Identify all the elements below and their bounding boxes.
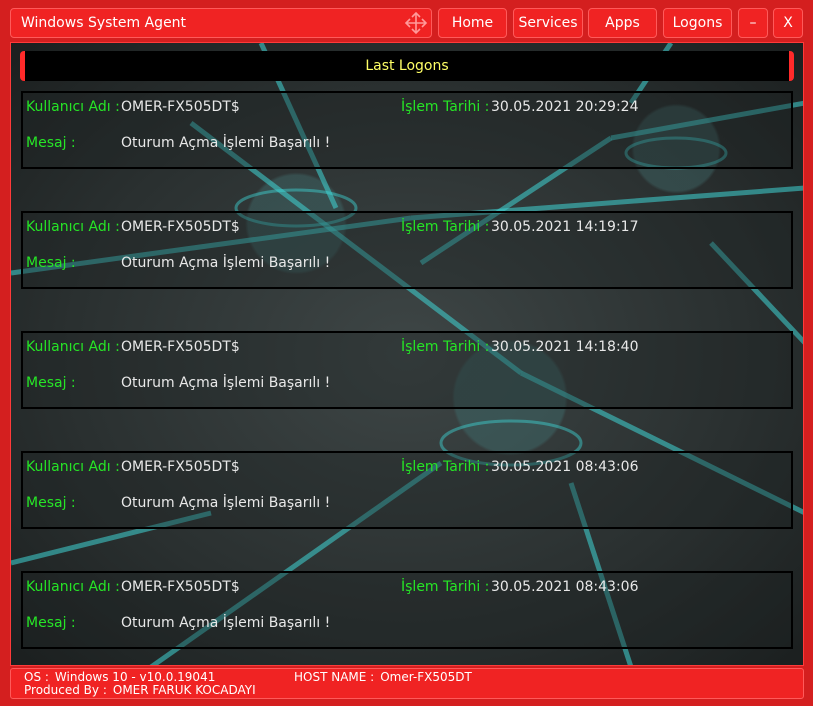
message-label: Mesaj : (26, 375, 76, 391)
section-title: Last Logons (20, 51, 794, 81)
message-value: Oturum Açma İşlemi Başarılı ! (121, 375, 331, 391)
move-arrows-icon[interactable] (404, 11, 428, 35)
logon-entry: Kullanıcı Adı : OMER-FX505DT$ İşlem Tari… (21, 211, 793, 289)
producer-label: Produced By : (24, 683, 107, 697)
date-label: İşlem Tarihi : (401, 99, 490, 115)
services-button[interactable]: Services (513, 8, 583, 38)
date-value: 30.05.2021 14:19:17 (491, 219, 639, 235)
username-label: Kullanıcı Adı : (26, 99, 120, 115)
logon-entry: Kullanıcı Adı : OMER-FX505DT$ İşlem Tari… (21, 451, 793, 529)
message-label: Mesaj : (26, 495, 76, 511)
home-button[interactable]: Home (438, 8, 507, 38)
host-info: HOST NAME : Omer-FX505DT (294, 670, 472, 684)
os-value: Windows 10 - v10.0.19041 (54, 670, 216, 684)
os-label: OS : (24, 670, 49, 684)
host-label: HOST NAME : (294, 670, 375, 684)
date-label: İşlem Tarihi : (401, 459, 490, 475)
title-bar[interactable]: Windows System Agent (10, 8, 432, 38)
apps-button[interactable]: Apps (588, 8, 657, 38)
username-value: OMER-FX505DT$ (121, 579, 240, 595)
date-label: İşlem Tarihi : (401, 219, 490, 235)
os-info: OS : Windows 10 - v10.0.19041 (24, 670, 215, 684)
main-panel: Last Logons Kullanıcı Adı : OMER-FX505DT… (10, 42, 804, 666)
username-label: Kullanıcı Adı : (26, 459, 120, 475)
window-title: Windows System Agent (21, 15, 187, 31)
logon-entry: Kullanıcı Adı : OMER-FX505DT$ İşlem Tari… (21, 331, 793, 409)
app-window: Windows System Agent Home Services Apps … (0, 0, 813, 706)
close-button[interactable]: X (773, 8, 803, 38)
minimize-button[interactable]: – (738, 8, 768, 38)
date-value: 30.05.2021 14:18:40 (491, 339, 639, 355)
username-label: Kullanıcı Adı : (26, 219, 120, 235)
date-value: 30.05.2021 20:29:24 (491, 99, 639, 115)
message-value: Oturum Açma İşlemi Başarılı ! (121, 615, 331, 631)
date-value: 30.05.2021 08:43:06 (491, 459, 639, 475)
username-label: Kullanıcı Adı : (26, 579, 120, 595)
status-footer: OS : Windows 10 - v10.0.19041 HOST NAME :… (10, 668, 804, 699)
message-value: Oturum Açma İşlemi Başarılı ! (121, 255, 331, 271)
logon-entry: Kullanıcı Adı : OMER-FX505DT$ İşlem Tari… (21, 91, 793, 169)
message-value: Oturum Açma İşlemi Başarılı ! (121, 135, 331, 151)
date-label: İşlem Tarihi : (401, 339, 490, 355)
message-label: Mesaj : (26, 255, 76, 271)
date-value: 30.05.2021 08:43:06 (491, 579, 639, 595)
logons-button[interactable]: Logons (663, 8, 732, 38)
message-label: Mesaj : (26, 615, 76, 631)
username-value: OMER-FX505DT$ (121, 459, 240, 475)
username-value: OMER-FX505DT$ (121, 339, 240, 355)
producer-info: Produced By : OMER FARUK KOCADAYI (24, 683, 256, 697)
username-value: OMER-FX505DT$ (121, 219, 240, 235)
logon-entry: Kullanıcı Adı : OMER-FX505DT$ İşlem Tari… (21, 571, 793, 649)
message-value: Oturum Açma İşlemi Başarılı ! (121, 495, 331, 511)
username-label: Kullanıcı Adı : (26, 339, 120, 355)
producer-value: OMER FARUK KOCADAYI (112, 683, 256, 697)
date-label: İşlem Tarihi : (401, 579, 490, 595)
message-label: Mesaj : (26, 135, 76, 151)
username-value: OMER-FX505DT$ (121, 99, 240, 115)
host-value: Omer-FX505DT (380, 670, 472, 684)
